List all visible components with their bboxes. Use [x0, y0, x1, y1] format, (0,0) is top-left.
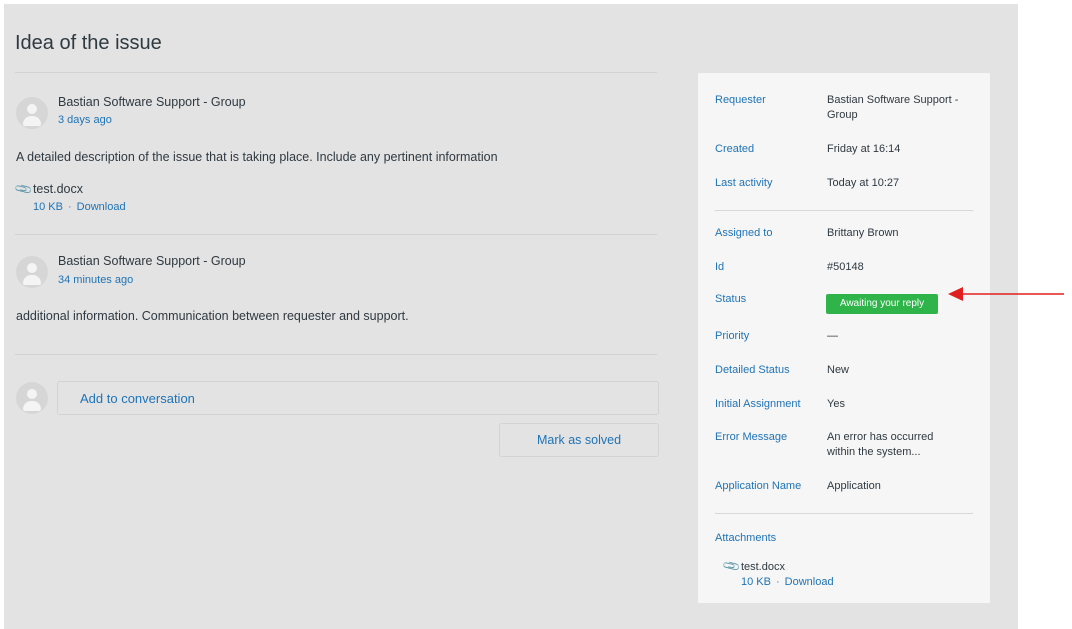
status-badge: Awaiting your reply [826, 294, 938, 314]
sidebar-attachment-size: 10 KB [741, 576, 771, 588]
mark-as-solved-label: Mark as solved [536, 433, 622, 447]
sidebar-download-link[interactable]: Download [785, 576, 834, 588]
sidebar-divider [715, 210, 973, 211]
request-page: Idea of the issue Bastian Software Suppo… [4, 4, 1018, 629]
detailed-status-value: New [827, 364, 850, 376]
paperclip-icon: 📎 [13, 178, 34, 200]
avatar [16, 382, 48, 414]
page-title: Idea of the issue [15, 32, 162, 54]
priority-label: Priority [715, 330, 750, 342]
created-label: Created [715, 143, 755, 155]
application-name-label: Application Name [715, 480, 802, 492]
sidebar-attachment[interactable]: 📎test.docx [721, 555, 785, 577]
initial-assignment-value: Yes [827, 398, 845, 410]
comment-time[interactable]: 3 days ago [58, 114, 112, 126]
attachment-filename[interactable]: test.docx [33, 182, 83, 196]
avatar [16, 256, 48, 288]
requester-value: Bastian Software Support - Group [827, 94, 959, 121]
red-arrow-icon [948, 287, 1064, 301]
error-message-label: Error Message [715, 431, 788, 443]
reply-input[interactable]: Add to conversation [57, 381, 659, 415]
created-value: Friday at 16:14 [827, 143, 901, 155]
comment-body: additional information. Communication be… [16, 309, 409, 323]
priority-value: — [827, 330, 838, 342]
assigned-to-label: Assigned to [715, 227, 773, 239]
sidebar-attachment-meta: 10 KB · Download [741, 576, 834, 588]
sidebar-divider [715, 513, 973, 514]
error-message-value: An error has occurred within the system.… [827, 431, 934, 458]
avatar [16, 97, 48, 129]
assigned-to-value: Brittany Brown [827, 227, 899, 239]
status-label: Status [715, 293, 747, 305]
mark-as-solved-button[interactable]: Mark as solved [499, 423, 659, 457]
attachments-label: Attachments [715, 532, 777, 544]
comment-author: Bastian Software Support - Group [58, 95, 246, 109]
comment-attachment[interactable]: 📎test.docx [13, 178, 83, 200]
id-value: #50148 [827, 261, 864, 273]
id-label: Id [715, 261, 725, 273]
detailed-status-label: Detailed Status [715, 364, 790, 376]
request-details-sidebar: Requester Bastian Software Support - Gro… [698, 73, 990, 603]
paperclip-icon: 📎 [721, 555, 742, 577]
sidebar-attachment-filename[interactable]: test.docx [741, 561, 785, 573]
requester-label: Requester [715, 94, 766, 106]
comment-body: A detailed description of the issue that… [16, 150, 498, 164]
application-name-value: Application [827, 480, 881, 492]
title-divider [15, 72, 657, 73]
initial-assignment-label: Initial Assignment [715, 398, 801, 410]
last-activity-label: Last activity [715, 177, 773, 189]
comment-author: Bastian Software Support - Group [58, 254, 246, 268]
attachment-meta: 10 KB · Download [33, 201, 126, 213]
attachment-size: 10 KB [33, 201, 63, 213]
comment-divider [15, 354, 657, 355]
reply-placeholder: Add to conversation [80, 391, 195, 406]
comment-time[interactable]: 34 minutes ago [58, 274, 133, 286]
download-link[interactable]: Download [77, 201, 126, 213]
last-activity-value: Today at 10:27 [827, 177, 900, 189]
comment-divider [15, 234, 657, 235]
